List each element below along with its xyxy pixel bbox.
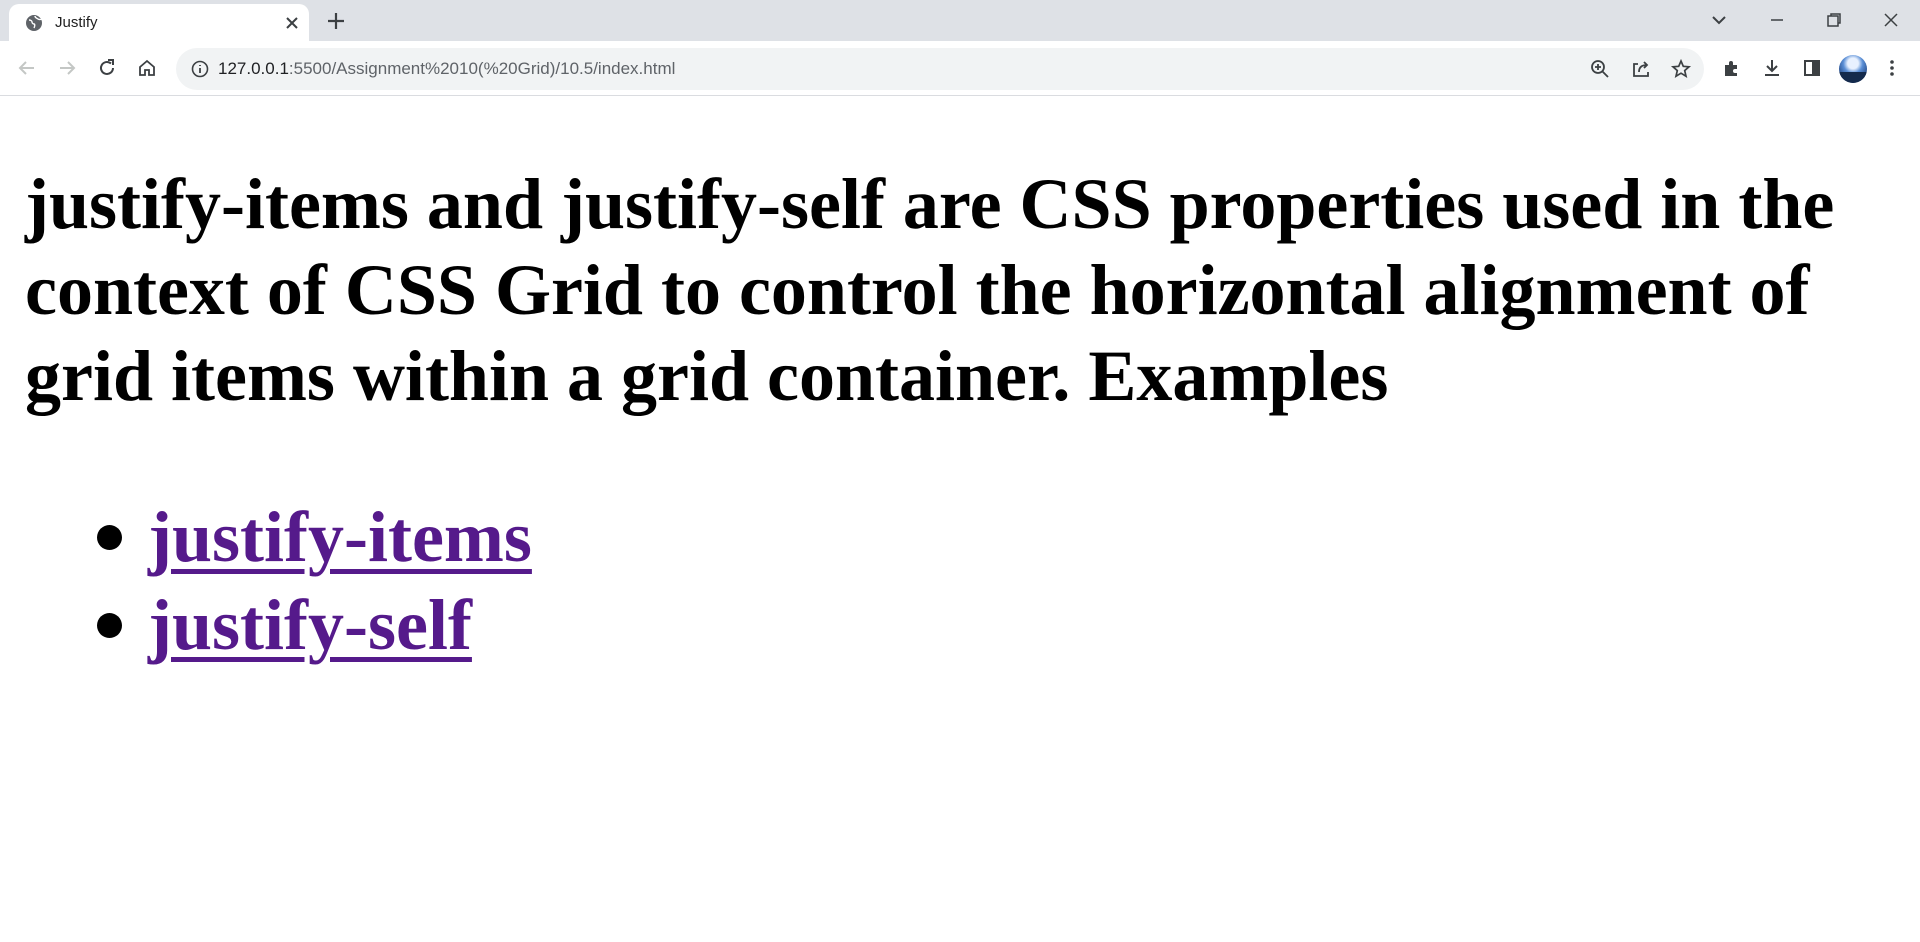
star-icon[interactable] xyxy=(1670,58,1692,80)
site-info-icon[interactable] xyxy=(190,59,210,79)
download-icon xyxy=(1765,60,1779,76)
puzzle-icon xyxy=(1725,61,1737,76)
page-content: justify-items and justify-self are CSS p… xyxy=(0,97,1920,942)
window-close-icon[interactable] xyxy=(1879,8,1903,32)
globe-icon xyxy=(26,15,42,31)
share-icon[interactable] xyxy=(1630,58,1652,80)
reload-icon xyxy=(100,59,114,75)
downloads-button[interactable] xyxy=(1758,54,1786,82)
minimize-icon[interactable] xyxy=(1765,8,1789,32)
justify-self-link[interactable]: justify-self xyxy=(148,581,472,669)
side-panel-icon xyxy=(1804,60,1820,76)
page-heading: justify-items and justify-self are CSS p… xyxy=(25,164,1835,416)
browser-toolbar: 127.0.0.1:5500/Assignment%2010(%20Grid)/… xyxy=(0,41,1920,96)
new-tab-icon[interactable] xyxy=(325,10,347,32)
home-icon xyxy=(139,59,155,76)
back-button[interactable] xyxy=(13,54,41,82)
url-host: 127.0.0.1 xyxy=(218,59,289,78)
profile-avatar[interactable] xyxy=(1839,55,1867,83)
side-panel-button[interactable] xyxy=(1798,54,1826,82)
reload-button[interactable] xyxy=(93,54,121,82)
zoom-icon[interactable] xyxy=(1589,58,1611,80)
justify-items-link[interactable]: justify-items xyxy=(148,493,532,581)
close-tab-icon[interactable] xyxy=(283,14,301,32)
bullet-icon xyxy=(97,525,122,550)
extensions-button[interactable] xyxy=(1718,54,1746,82)
arrow-right-icon xyxy=(60,61,76,75)
restore-icon[interactable] xyxy=(1822,8,1846,32)
forward-button[interactable] xyxy=(53,54,81,82)
tab-strip: Justify xyxy=(0,0,1920,41)
address-bar[interactable]: 127.0.0.1:5500/Assignment%2010(%20Grid)/… xyxy=(176,48,1704,90)
menu-button[interactable] xyxy=(1878,54,1906,82)
bullet-icon xyxy=(97,613,122,638)
more-vert-icon xyxy=(1890,60,1894,76)
url-text[interactable]: 127.0.0.1:5500/Assignment%2010(%20Grid)/… xyxy=(218,59,675,79)
url-path: :5500/Assignment%2010(%20Grid)/10.5/inde… xyxy=(288,59,676,78)
browser-tab[interactable]: Justify xyxy=(9,4,309,41)
tab-title: Justify xyxy=(55,14,98,31)
tab-search-chevron-icon[interactable] xyxy=(1708,9,1730,31)
arrow-left-icon xyxy=(18,61,34,75)
home-button[interactable] xyxy=(133,54,161,82)
